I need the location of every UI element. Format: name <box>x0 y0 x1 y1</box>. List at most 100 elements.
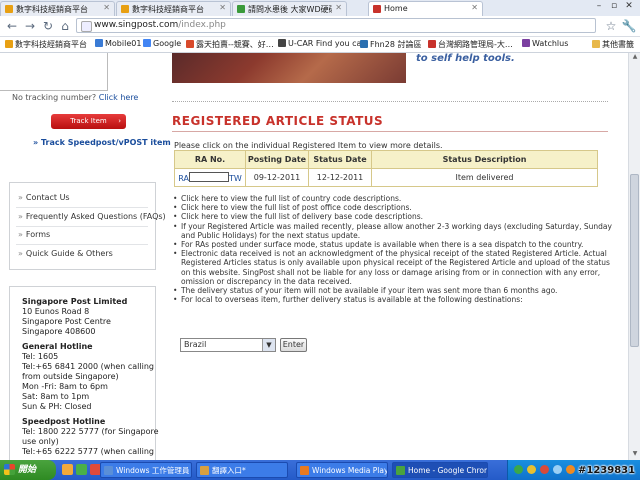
address-line: Singapore 408600 <box>22 327 96 336</box>
track-speedpost-link[interactable]: » Track Speedpost/vPOST item <box>33 138 171 147</box>
hotline-line: Mon -Fri: 8am to 6pm <box>22 382 108 391</box>
quick-launch-icon[interactable] <box>62 464 73 475</box>
browser-toolbar: ← → ↻ ⌂ www.singpost.com/index.php ☆ 🔧 <box>0 16 640 37</box>
tray-icon[interactable] <box>527 465 536 474</box>
list-item[interactable]: Click here to view the full list of post… <box>173 203 621 212</box>
reload-icon[interactable]: ↻ <box>40 18 56 34</box>
forward-icon[interactable]: → <box>22 18 38 34</box>
contact-org: Singapore Post Limited <box>22 297 128 306</box>
quick-launch-icon[interactable] <box>76 464 87 475</box>
banner: to self help tools. <box>172 53 608 83</box>
bookmarks-bar: 數字科技經銷商平台 Mobile01 Google 露天拍賣--競賽、好… U-… <box>0 37 640 53</box>
bookmark-item[interactable]: Google <box>143 39 181 48</box>
enter-button[interactable]: Enter <box>280 338 307 352</box>
close-icon[interactable]: ✕ <box>103 3 110 12</box>
bookmark-item[interactable]: 數字科技經銷商平台 <box>5 39 87 50</box>
address-bar[interactable]: www.singpost.com/index.php <box>76 18 596 33</box>
hotline-line: use only) <box>22 437 59 446</box>
tray-icon[interactable] <box>553 465 562 474</box>
maximize-icon[interactable]: ▫ <box>607 1 621 11</box>
close-window-icon[interactable]: ✕ <box>622 1 636 11</box>
browser-tab-3[interactable]: 請問水患後 大家WD硬碟R ✕ <box>232 1 347 16</box>
general-hotline-title: General Hotline <box>22 342 93 351</box>
tab-favicon <box>373 5 381 13</box>
home-icon[interactable]: ⌂ <box>57 18 73 34</box>
tab-title: Home <box>384 4 408 13</box>
tab-favicon <box>5 5 13 13</box>
sidebar-item-faqs[interactable]: » Frequently Asked Questions (FAQs) <box>18 212 166 221</box>
task-google-chrome[interactable]: Home - Google Chrome <box>392 462 488 478</box>
divider <box>172 101 608 102</box>
status-date-cell: 12-12-2011 <box>308 168 372 187</box>
track-item-button[interactable]: Track Item › <box>51 114 126 129</box>
scroll-thumb[interactable] <box>630 174 639 347</box>
arrow-right-icon: › <box>118 117 121 125</box>
other-bookmarks[interactable]: 其他書籤 <box>592 39 634 50</box>
task-windows-media-player[interactable]: Windows Media Player <box>296 462 388 478</box>
table-header-row: RA No. Posting Date Status Date Status D… <box>174 150 598 169</box>
url-text: www.singpost.com/index.php <box>94 20 226 30</box>
back-icon[interactable]: ← <box>4 18 20 34</box>
tray-icon[interactable] <box>514 465 523 474</box>
bookmark-item[interactable]: 台灣網路管理局-大… <box>428 39 513 50</box>
tab-title: 數字科技經銷商平台 <box>132 5 204 14</box>
task-icon <box>200 466 209 475</box>
google-icon <box>143 39 151 47</box>
hotline-line: Tel: 1605 <box>22 352 59 361</box>
hotline-line: Tel:+65 6841 2000 (when calling <box>22 362 154 371</box>
task-icon <box>300 466 309 475</box>
bookmark-item[interactable]: Mobile01 <box>95 39 141 48</box>
column-header: Status Date <box>308 150 372 169</box>
ra-number-link[interactable]: RA TW <box>174 168 246 187</box>
tray-icon[interactable] <box>540 465 549 474</box>
hotline-line: Tel:+65 6222 5777 (when calling <box>22 447 154 456</box>
bookmark-item[interactable]: 露天拍賣--競賽、好… <box>186 39 274 50</box>
browser-tab-home[interactable]: Home ✕ <box>368 1 483 16</box>
task-windows-task-manager[interactable]: Windows 工作管理員 <box>100 462 192 478</box>
close-icon[interactable]: ✕ <box>471 3 478 12</box>
table-row: RA TW 09-12-2011 12-12-2011 Item delivere… <box>174 168 598 187</box>
list-item: Electronic data received is not an ackno… <box>173 249 621 286</box>
sidebar-item-contact-us[interactable]: » Contact Us <box>18 193 70 202</box>
hotline-line: Sat: 8am to 1pm <box>22 392 90 401</box>
bookmark-item[interactable]: Fhn28 討論區 <box>360 39 421 50</box>
list-item: For RAs posted under surface mode, statu… <box>173 240 621 249</box>
tray-icon[interactable] <box>566 465 575 474</box>
no-tracking-text: No tracking number? Click here <box>12 93 139 102</box>
close-icon[interactable]: ✕ <box>335 3 342 12</box>
page-scrollbar[interactable]: ▲ ▼ <box>628 53 640 460</box>
sidebar-item-forms[interactable]: » Forms <box>18 230 50 239</box>
star-icon[interactable]: ☆ <box>603 18 619 34</box>
address-line: 10 Eunos Road 8 <box>22 307 90 316</box>
bookmark-item[interactable]: Watchlus <box>522 39 568 48</box>
page-content: No tracking number? Click here Track Ite… <box>0 53 628 460</box>
country-select[interactable]: Brazil ▼ <box>180 338 276 352</box>
wrench-icon[interactable]: 🔧 <box>621 18 637 34</box>
minimize-icon[interactable]: – <box>592 1 606 11</box>
tab-favicon <box>237 5 245 13</box>
tracking-number-textarea[interactable] <box>0 53 108 91</box>
task-translation[interactable]: 翻譯入口* <box>196 462 288 478</box>
scroll-down-icon[interactable]: ▼ <box>629 450 640 460</box>
contact-info: Singapore Post Limited 10 Eunos Road 8 S… <box>9 286 159 460</box>
browser-tab-2[interactable]: 數字科技經銷商平台 ✕ <box>116 1 231 16</box>
close-icon[interactable]: ✕ <box>219 3 226 12</box>
hotline-line: Sun & PH: Closed <box>22 402 92 411</box>
address-line: Singapore Post Centre <box>22 317 111 326</box>
intro-text: Please click on the individual Registere… <box>174 141 443 150</box>
column-header: RA No. <box>174 150 246 169</box>
click-here-link[interactable]: Click here <box>99 93 139 102</box>
start-button[interactable]: 開始 <box>0 460 56 480</box>
hotline-line: from outside Singapore) <box>22 372 119 381</box>
sidebar-item-quick-guide[interactable]: » Quick Guide & Others <box>18 249 113 258</box>
browser-tab-1[interactable]: 數字科技經銷商平台 ✕ <box>0 1 115 16</box>
list-item[interactable]: Click here to view the full list of deli… <box>173 212 621 221</box>
chevron-down-icon: ▼ <box>262 339 275 351</box>
taskbar: 開始 Windows 工作管理員 翻譯入口* Windows Media Pla… <box>0 460 640 480</box>
list-item[interactable]: Click here to view the full list of coun… <box>173 194 621 203</box>
windows-logo-icon <box>4 464 15 475</box>
bookmark-icon <box>5 40 13 48</box>
bookmark-item[interactable]: U-CAR Find you car <box>278 39 365 48</box>
tab-title: 數字科技經銷商平台 <box>16 5 88 14</box>
scroll-up-icon[interactable]: ▲ <box>629 53 640 63</box>
